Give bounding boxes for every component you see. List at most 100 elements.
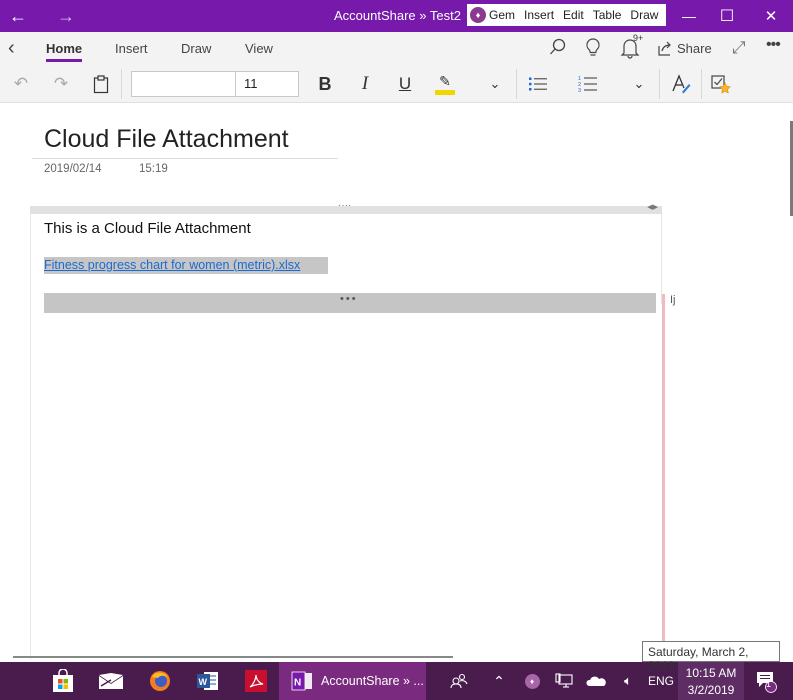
gem-tray-icon: ♦ bbox=[524, 673, 540, 689]
highlight-button[interactable]: ✎ bbox=[434, 73, 456, 95]
side-note-text[interactable]: Ij bbox=[670, 294, 676, 306]
expand-icon: ⤢ bbox=[732, 38, 746, 57]
clipboard-icon bbox=[93, 75, 109, 94]
maximize-button[interactable]: ☐ bbox=[704, 0, 750, 32]
back-button[interactable]: ← bbox=[4, 0, 32, 32]
horizontal-scrollbar[interactable] bbox=[13, 656, 453, 658]
page-title[interactable]: Cloud File Attachment bbox=[44, 125, 289, 154]
share-button[interactable]: Share bbox=[657, 40, 712, 56]
margin-line bbox=[662, 294, 665, 660]
onenote-icon: N bbox=[291, 671, 312, 691]
taskbar-clock[interactable]: 10:15 AM 3/2/2019 bbox=[678, 662, 744, 700]
gem-tray-button[interactable]: ♦ bbox=[522, 662, 542, 700]
pdf-icon bbox=[245, 670, 267, 692]
underline-button[interactable]: U bbox=[394, 73, 416, 95]
more-options-button[interactable]: ••• bbox=[766, 36, 781, 54]
window-title: AccountShare » Test2 bbox=[334, 8, 461, 23]
date-tooltip: Saturday, March 2, 2019 bbox=[642, 641, 780, 673]
tell-me-button[interactable] bbox=[584, 37, 602, 59]
people-icon bbox=[450, 673, 468, 689]
taskbar-onenote-app[interactable]: N AccountShare » ... bbox=[279, 662, 426, 700]
gem-menu-insert[interactable]: Insert bbox=[524, 8, 554, 22]
onedrive-button[interactable] bbox=[585, 662, 607, 700]
redo-button[interactable]: ↷ bbox=[50, 73, 72, 95]
people-button[interactable] bbox=[448, 662, 470, 700]
volume-button[interactable]: 🔈︎ bbox=[617, 662, 639, 700]
resize-arrows-icon[interactable]: ◀▶ bbox=[647, 203, 658, 211]
gem-menu-table[interactable]: Table bbox=[593, 8, 622, 22]
container-border bbox=[661, 214, 662, 304]
title-bar: ← → AccountShare » Test2 ♦ Gem Insert Ed… bbox=[0, 0, 793, 32]
network-button[interactable] bbox=[553, 662, 575, 700]
font-name-input[interactable] bbox=[132, 72, 236, 96]
svg-text:N: N bbox=[294, 678, 301, 689]
gem-menu-edit[interactable]: Edit bbox=[563, 8, 584, 22]
tab-draw[interactable]: Draw bbox=[181, 41, 211, 56]
notifications-button[interactable]: 9+ bbox=[620, 33, 650, 59]
action-center-button[interactable]: 1 bbox=[752, 662, 780, 700]
chevron-up-icon: ⌃ bbox=[493, 672, 505, 689]
page-time: 15:19 bbox=[139, 163, 168, 175]
note-page[interactable]: Cloud File Attachment 2019/02/14 15:19 ·… bbox=[0, 103, 793, 660]
speaker-icon: 🔈︎ bbox=[624, 673, 632, 688]
note-body-text[interactable]: This is a Cloud File Attachment bbox=[44, 220, 251, 237]
close-button[interactable]: ✕ bbox=[748, 0, 793, 32]
svg-text:W: W bbox=[199, 677, 208, 687]
tab-home[interactable]: Home bbox=[46, 41, 82, 56]
paste-button[interactable] bbox=[90, 73, 112, 95]
fullscreen-button[interactable]: ⤢ bbox=[732, 38, 746, 58]
highlight-color-swatch bbox=[435, 89, 455, 95]
acrobat-button[interactable] bbox=[243, 662, 269, 700]
undo-button[interactable]: ↶ bbox=[10, 73, 32, 95]
chevron-left-icon: ‹ bbox=[8, 37, 15, 59]
attachment-link[interactable]: Fitness progress chart for women (metric… bbox=[44, 257, 328, 274]
tab-insert[interactable]: Insert bbox=[115, 41, 148, 56]
numbered-list-icon: 123 bbox=[578, 76, 597, 93]
clock-date: 3/2/2019 bbox=[687, 683, 735, 697]
ellipsis-icon: ••• bbox=[766, 36, 781, 53]
forward-button[interactable]: → bbox=[52, 0, 80, 32]
font-selector: 11 bbox=[131, 71, 299, 97]
gem-menu-draw[interactable]: Draw bbox=[630, 8, 658, 22]
bold-button[interactable]: B bbox=[314, 73, 336, 95]
store-button[interactable] bbox=[50, 662, 76, 700]
show-hidden-icons-button[interactable]: ⌃ bbox=[489, 662, 509, 700]
styles-button[interactable] bbox=[670, 73, 692, 95]
italic-button[interactable]: I bbox=[354, 73, 376, 95]
word-button[interactable]: W bbox=[195, 662, 221, 700]
container-border bbox=[30, 214, 31, 660]
arrow-right-icon: → bbox=[57, 5, 75, 26]
chevron-down-icon: ⌄ bbox=[489, 76, 501, 91]
active-tab-indicator bbox=[46, 59, 82, 62]
ribbon-tabs: ‹ Home Insert Draw View 9+ Share ⤢ ••• bbox=[0, 32, 793, 65]
note-container-handle[interactable]: ···· ◀▶ bbox=[30, 200, 662, 214]
todo-tag-button[interactable] bbox=[710, 73, 732, 95]
toolbar-separator bbox=[659, 69, 660, 99]
font-size-input[interactable]: 11 bbox=[236, 72, 258, 96]
network-icon bbox=[555, 673, 573, 688]
share-icon bbox=[658, 41, 671, 56]
checkbox-star-icon bbox=[711, 75, 731, 94]
clock-time: 10:15 AM bbox=[685, 666, 737, 680]
firefox-button[interactable] bbox=[147, 662, 173, 700]
gem-menu-bar: ♦ Gem Insert Edit Table Draw bbox=[467, 4, 666, 26]
numbering-dropdown[interactable]: ⌄ bbox=[628, 73, 650, 95]
mail-button[interactable] bbox=[97, 662, 125, 700]
ellipsis-icon: ••• bbox=[340, 293, 358, 305]
lightbulb-icon bbox=[586, 38, 600, 56]
arrow-left-icon: ← bbox=[9, 5, 27, 26]
navigation-back-button[interactable]: ‹ bbox=[8, 37, 15, 60]
store-icon bbox=[53, 669, 73, 692]
bullets-button[interactable] bbox=[527, 73, 549, 95]
undo-icon: ↶ bbox=[13, 74, 29, 93]
mail-icon bbox=[99, 673, 123, 689]
numbering-button[interactable]: 123 bbox=[577, 73, 599, 95]
gem-menu-gem[interactable]: Gem bbox=[489, 8, 515, 22]
firefox-icon bbox=[150, 671, 170, 691]
gem-logo-icon[interactable]: ♦ bbox=[470, 7, 486, 23]
attachment-preview-bar[interactable]: ••• bbox=[44, 293, 656, 313]
search-button[interactable] bbox=[548, 37, 568, 57]
word-icon: W bbox=[197, 672, 218, 690]
tab-view[interactable]: View bbox=[245, 41, 273, 56]
highlight-dropdown[interactable]: ⌄ bbox=[484, 73, 506, 95]
